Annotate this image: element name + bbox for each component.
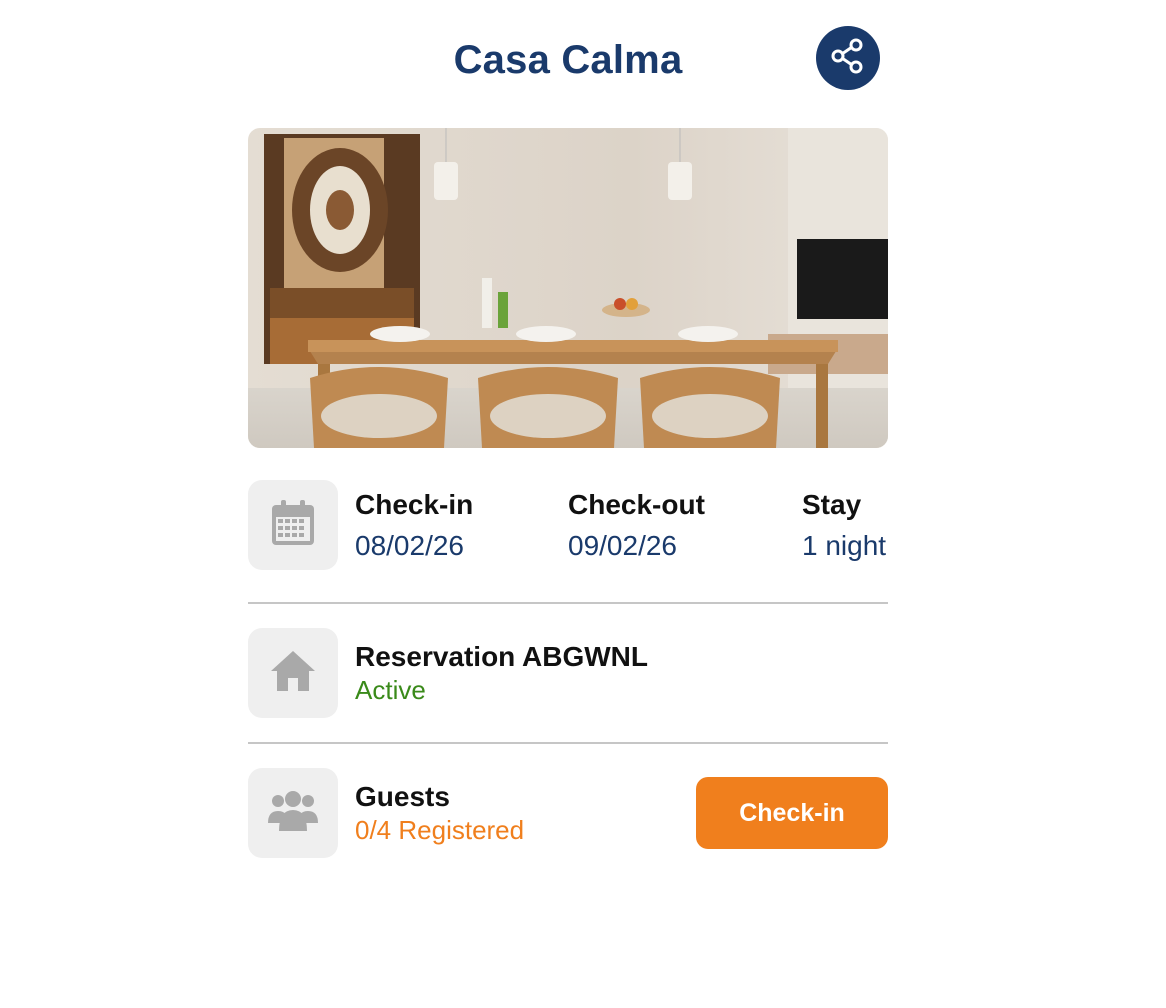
- checkin-button[interactable]: Check-in: [696, 777, 888, 849]
- page-title: Casa Calma: [453, 38, 683, 82]
- dates-icon-tile: [248, 480, 338, 570]
- stay-length: 1 night: [802, 530, 887, 561]
- property-photo: [248, 128, 888, 448]
- checkin-date: 08/02/26: [355, 530, 464, 561]
- guests-icon-tile: [248, 768, 338, 858]
- home-icon: [269, 649, 317, 698]
- divider: [248, 742, 888, 744]
- guests-label: Guests: [355, 781, 450, 812]
- share-button[interactable]: [816, 26, 880, 90]
- checkin-label: Check-in: [355, 489, 474, 520]
- stay-label: Stay: [802, 489, 862, 520]
- reservation-icon-tile: [248, 628, 338, 718]
- checkout-label: Check-out: [568, 489, 705, 520]
- share-icon: [828, 36, 868, 81]
- calendar-icon: [270, 499, 316, 552]
- guests-registered-status: 0/4 Registered: [355, 815, 525, 845]
- reservation-status: Active: [355, 675, 426, 705]
- divider: [248, 602, 888, 604]
- checkout-date: 09/02/26: [568, 530, 677, 561]
- reservation-code: Reservation ABGWNL: [355, 641, 649, 672]
- users-icon: [266, 789, 320, 838]
